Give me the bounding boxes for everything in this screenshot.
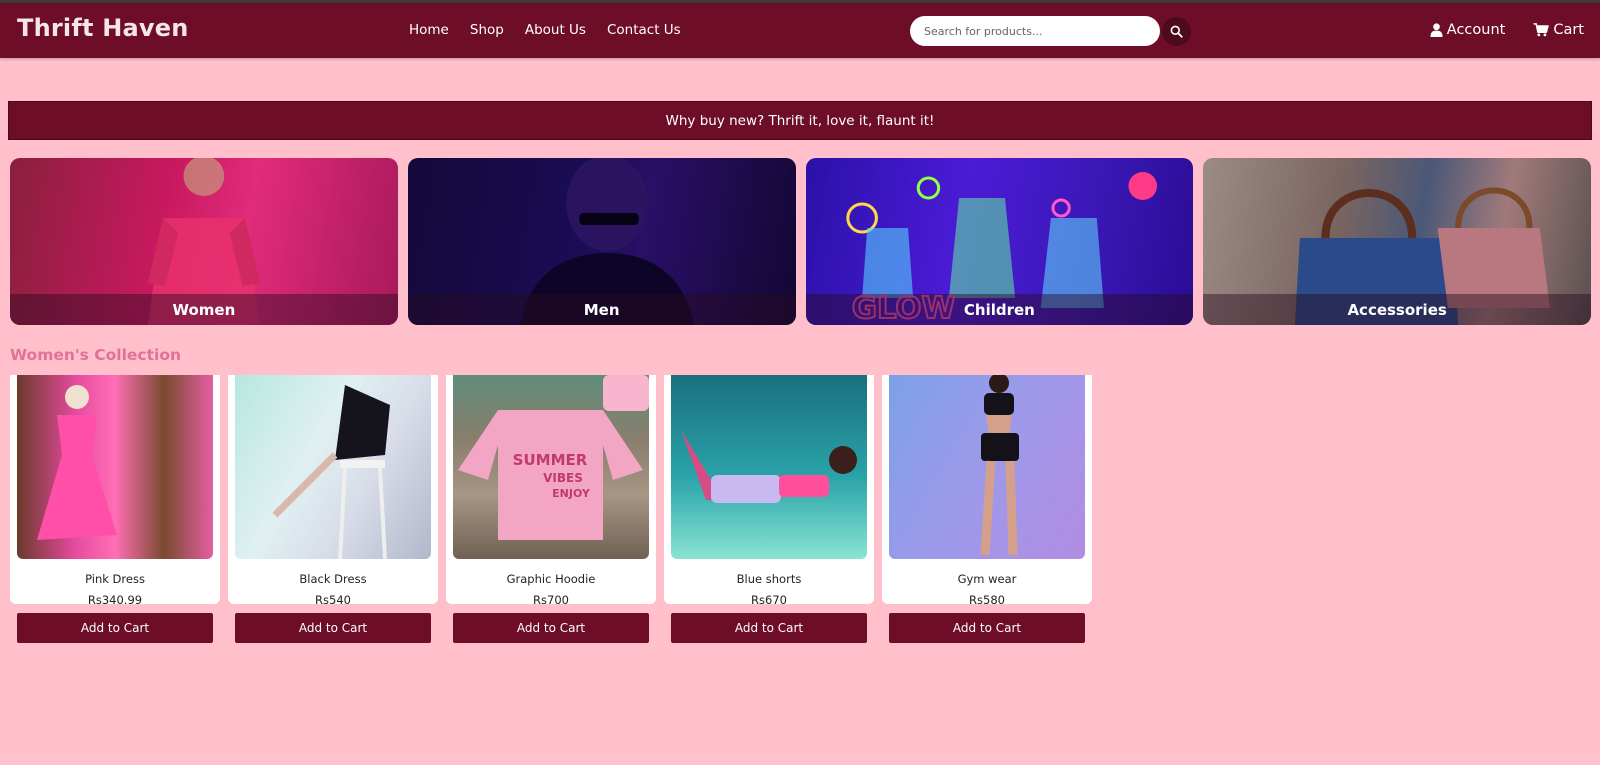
account-label: Account [1446, 22, 1506, 38]
product-item: Black Dress Rs540 Add to Cart [228, 375, 438, 643]
search-button[interactable] [1162, 16, 1191, 46]
gym-wear-illustration [980, 375, 1019, 556]
category-card-accessories[interactable]: Accessories [1203, 158, 1591, 325]
pink-dress-illustration [37, 385, 117, 540]
product-card[interactable]: Blue shorts Rs670 [664, 375, 874, 607]
search-icon [1170, 25, 1183, 38]
blue-shorts-illustration [681, 430, 857, 503]
product-name: Graphic Hoodie [506, 572, 596, 586]
product-name: Blue shorts [736, 572, 802, 586]
product-card[interactable]: SUMMER VIBES ENJOY Graphic Hoodie Rs700 [446, 375, 656, 607]
hoodie-illustration: SUMMER VIBES ENJOY [458, 375, 649, 540]
nav-contact-us[interactable]: Contact Us [607, 22, 681, 38]
user-icon [1430, 23, 1443, 37]
product-card[interactable]: Black Dress Rs540 [228, 375, 438, 607]
product-image [17, 375, 213, 559]
add-to-cart-button[interactable]: Add to Cart [889, 613, 1085, 643]
site-header: Thrift Haven Home Shop About Us Contact … [0, 3, 1600, 58]
product-image [235, 375, 431, 559]
product-price: Rs670 [751, 593, 787, 607]
nav-about-us[interactable]: About Us [525, 22, 586, 38]
add-to-cart-button[interactable]: Add to Cart [671, 613, 867, 643]
category-card-men[interactable]: Men [407, 158, 796, 325]
promo-text: Why buy new? Thrift it, love it, flaunt … [665, 112, 935, 129]
add-to-cart-button[interactable]: Add to Cart [453, 613, 649, 643]
product-name: Pink Dress [85, 572, 145, 586]
footer-edge [0, 753, 1600, 765]
product-card[interactable]: Pink Dress Rs340.99 [10, 375, 220, 607]
category-label-women: Women [10, 294, 398, 325]
product-image [889, 375, 1085, 559]
add-to-cart-button[interactable]: Add to Cart [17, 613, 213, 643]
category-label-children: Children [805, 294, 1194, 325]
section-title: Women's Collection [10, 346, 182, 364]
search-bar [910, 16, 1191, 46]
product-price: Rs540 [315, 593, 351, 607]
hoodie-print-3: ENJOY [552, 487, 591, 500]
cart-label: Cart [1553, 22, 1584, 38]
hoodie-print-2: VIBES [543, 471, 583, 485]
product-item: Blue shorts Rs670 Add to Cart [664, 375, 874, 643]
product-image [671, 375, 867, 559]
cart-icon [1533, 23, 1550, 37]
product-name: Black Dress [299, 572, 367, 586]
header-actions: Account Cart [1430, 22, 1584, 38]
product-price: Rs580 [969, 593, 1005, 607]
product-price: Rs700 [533, 593, 569, 607]
account-link[interactable]: Account [1430, 22, 1506, 38]
product-item: Gym wear Rs580 Add to Cart [882, 375, 1092, 643]
product-list: Pink Dress Rs340.99 Add to Cart Black Dr… [10, 375, 1092, 643]
nav-home[interactable]: Home [409, 22, 449, 38]
hoodie-print-1: SUMMER [513, 451, 588, 469]
category-card-children[interactable]: GLOW Children [805, 158, 1194, 325]
add-to-cart-button[interactable]: Add to Cart [235, 613, 431, 643]
category-label-accessories: Accessories [1203, 294, 1591, 325]
black-dress-illustration [272, 385, 390, 559]
product-item: Pink Dress Rs340.99 Add to Cart [10, 375, 220, 643]
promo-banner: Why buy new? Thrift it, love it, flaunt … [8, 101, 1592, 140]
product-item: SUMMER VIBES ENJOY Graphic Hoodie Rs700 … [446, 375, 656, 643]
cart-link[interactable]: Cart [1533, 22, 1584, 38]
product-price: Rs340.99 [87, 593, 143, 607]
main-nav: Home Shop About Us Contact Us [409, 22, 702, 38]
category-card-women[interactable]: Women [10, 158, 398, 325]
product-name: Gym wear [957, 572, 1017, 586]
category-label-men: Men [407, 294, 796, 325]
search-input[interactable] [910, 16, 1160, 46]
nav-shop[interactable]: Shop [470, 22, 504, 38]
product-card[interactable]: Gym wear Rs580 [882, 375, 1092, 607]
brand-logo[interactable]: Thrift Haven [17, 14, 188, 42]
product-image: SUMMER VIBES ENJOY [453, 375, 649, 559]
category-grid: Women Men GLOW Children Accessories [10, 158, 1591, 325]
